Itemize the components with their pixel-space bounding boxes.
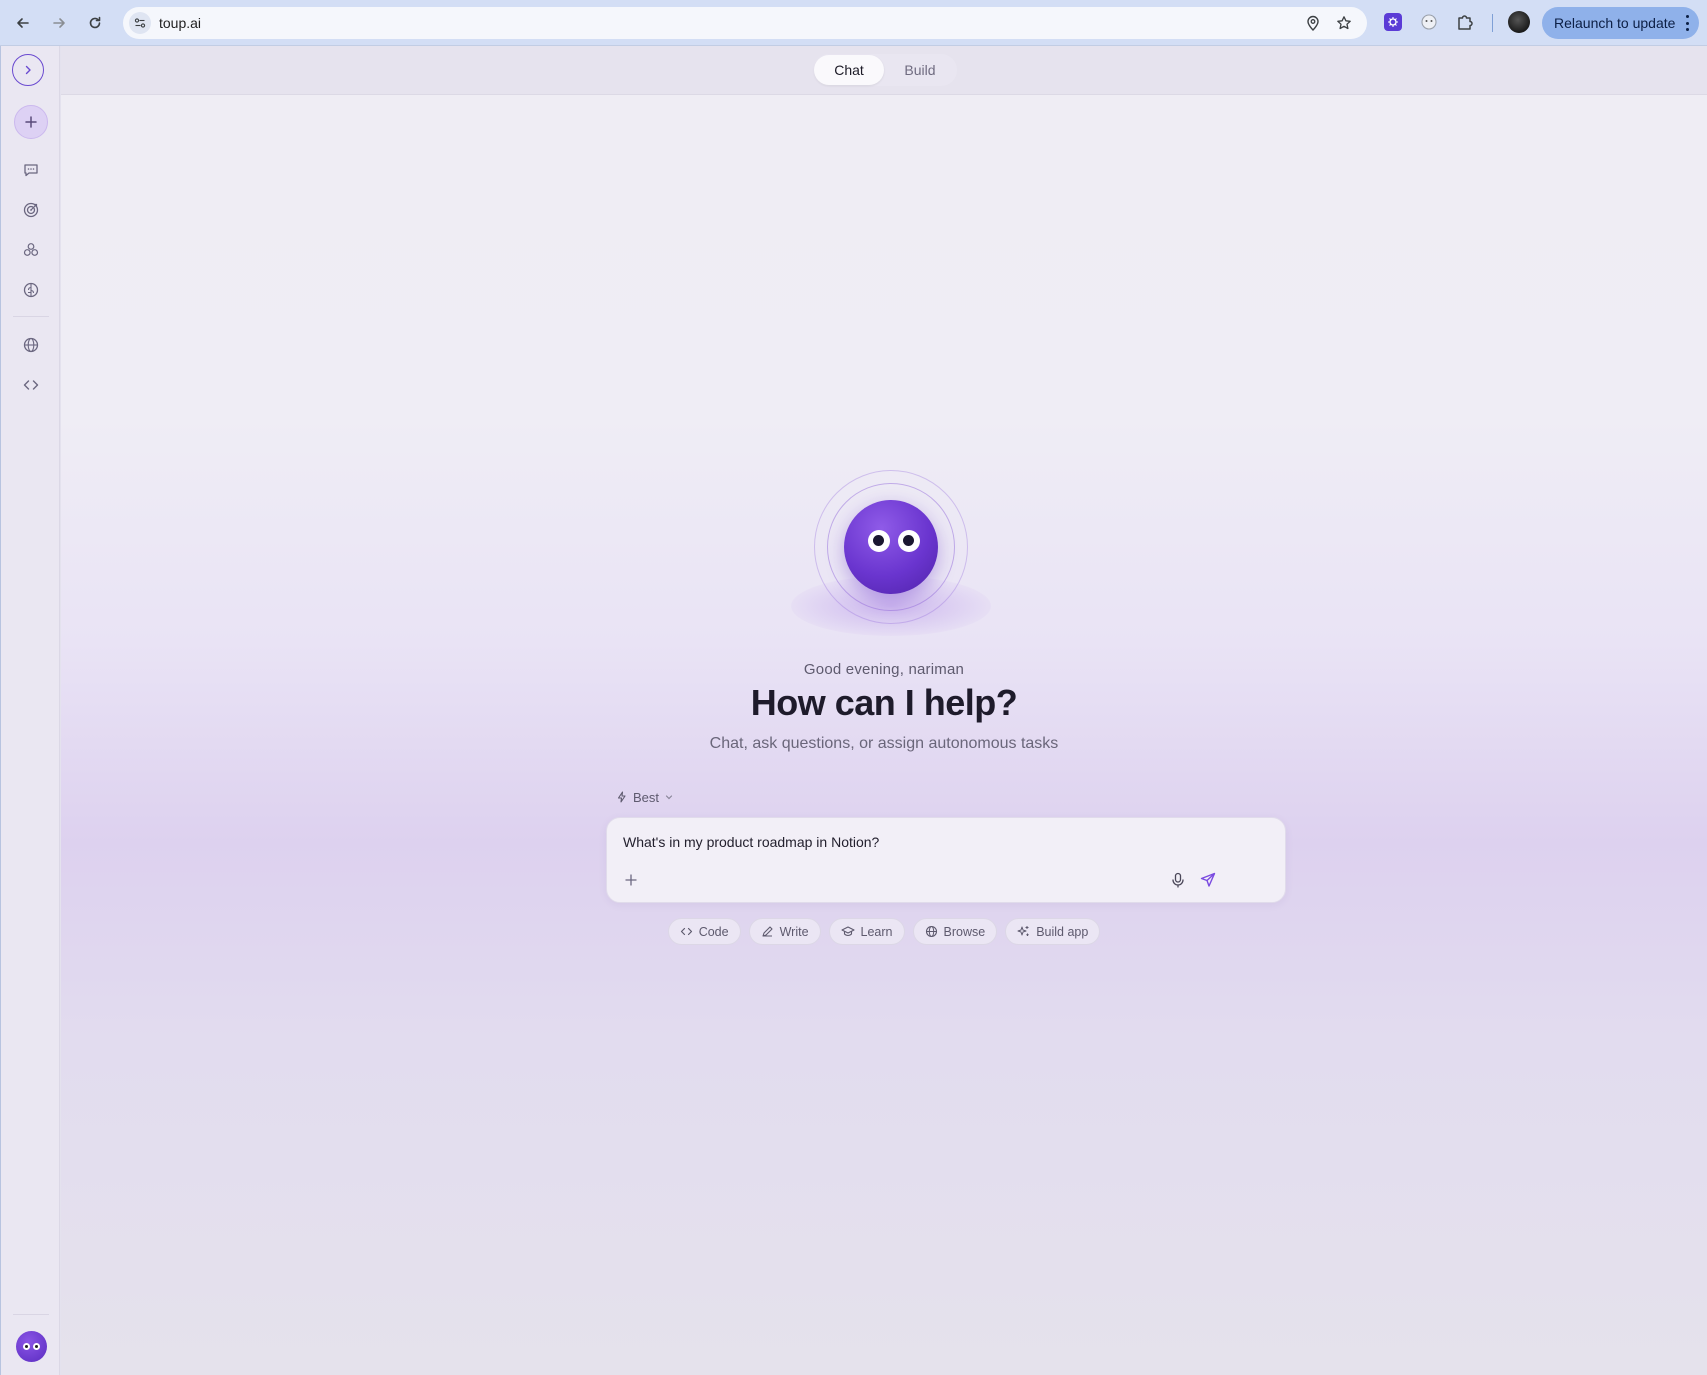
sidebar-item-memory[interactable] [15,274,47,306]
globe-icon [23,337,39,353]
extensions-puzzle-icon[interactable] [1454,11,1476,33]
prompt-input[interactable]: What's in my product roadmap in Notion? [623,834,879,850]
site-settings-icon[interactable] [129,12,151,34]
model-label: Best [633,789,660,805]
model-selector[interactable]: Best [616,786,674,808]
arrow-left-icon [17,18,29,28]
send-button[interactable] [1197,869,1219,891]
attach-button[interactable] [621,870,641,890]
plus-icon [625,874,637,886]
sidebar-item-tasks[interactable] [15,194,47,226]
toolbar-divider [1492,14,1493,32]
send-icon [1200,872,1216,887]
relaunch-label: Relaunch to update [1554,15,1676,31]
reload-icon [89,16,101,29]
chip-label: Browse [943,924,986,939]
chat-composer[interactable]: What's in my product roadmap in Notion? [606,817,1286,903]
extension-purple-icon[interactable] [1382,11,1404,33]
sidebar-item-code[interactable] [15,369,47,401]
mascot-eye-left [868,530,890,552]
address-bar[interactable]: toup.ai [123,7,1367,39]
chip-label: Build app [1036,924,1089,939]
page-title: How can I help? [750,682,1018,723]
chip-code[interactable]: Code [667,918,741,945]
mascot-face [844,500,938,594]
graduation-cap-icon [840,926,855,937]
relaunch-button[interactable]: Relaunch to update [1542,7,1699,39]
more-vert-icon [1685,15,1689,31]
chat-bubble-icon [24,164,38,177]
reload-button[interactable] [82,10,108,36]
tab-chat[interactable]: Chat [814,55,884,85]
back-button[interactable] [10,10,36,36]
mascot-eye-right [898,530,920,552]
chevron-down-icon [665,795,673,800]
mode-switcher: Chat Build [813,54,957,86]
url-text[interactable]: toup.ai [159,15,201,31]
code-icon [680,927,692,936]
user-avatar[interactable] [16,1331,47,1362]
new-chat-button[interactable] [14,105,48,139]
chip-browse[interactable]: Browse [912,918,998,945]
sidebar-item-browse[interactable] [15,329,47,361]
chip-label: Learn [860,924,893,939]
browser-toolbar: toup.ai Relaunch to update [0,0,1707,46]
plus-icon [25,116,37,128]
code-icon [23,380,39,390]
page-subtitle: Chat, ask questions, or assign autonomou… [709,735,1059,752]
main-area: Chat Build Good evening, nariman How can… [61,46,1707,1375]
bookmark-star-icon[interactable] [1336,15,1352,31]
bolt-icon [617,791,626,803]
tab-build[interactable]: Build [885,55,955,85]
pen-icon [762,926,773,937]
chip-learn[interactable]: Learn [828,918,905,945]
extension-face-icon[interactable] [1418,11,1440,33]
voice-input-button[interactable] [1168,870,1188,890]
greeting-text: Good evening, nariman [803,661,965,678]
brain-icon [23,282,39,298]
arrow-right-icon [53,18,65,28]
sidebar-item-apps[interactable] [15,234,47,266]
mode-topbar: Chat Build [61,46,1707,95]
target-icon [23,202,39,218]
chip-label: Write [779,924,809,939]
microphone-icon [1172,872,1184,888]
suggestion-chips: Code Write Learn Browse Build app [61,918,1707,945]
globe-icon [925,925,937,938]
sidebar-divider [13,316,49,317]
profile-avatar[interactable] [1508,11,1530,33]
chevron-right-icon [25,65,31,75]
chip-label: Code [698,924,729,939]
location-pin-icon[interactable] [1305,15,1321,31]
chip-build-app[interactable]: Build app [1005,918,1101,945]
sparkles-icon [1017,926,1029,936]
assistant-mascot [781,456,1001,646]
chip-write[interactable]: Write [748,918,821,945]
sidebar-item-chats[interactable] [15,154,47,186]
apps-cluster-icon [23,243,39,256]
sidebar-bottom-divider [13,1314,49,1315]
sidebar [0,46,60,1375]
forward-button[interactable] [46,10,72,36]
expand-sidebar-button[interactable] [12,54,44,86]
